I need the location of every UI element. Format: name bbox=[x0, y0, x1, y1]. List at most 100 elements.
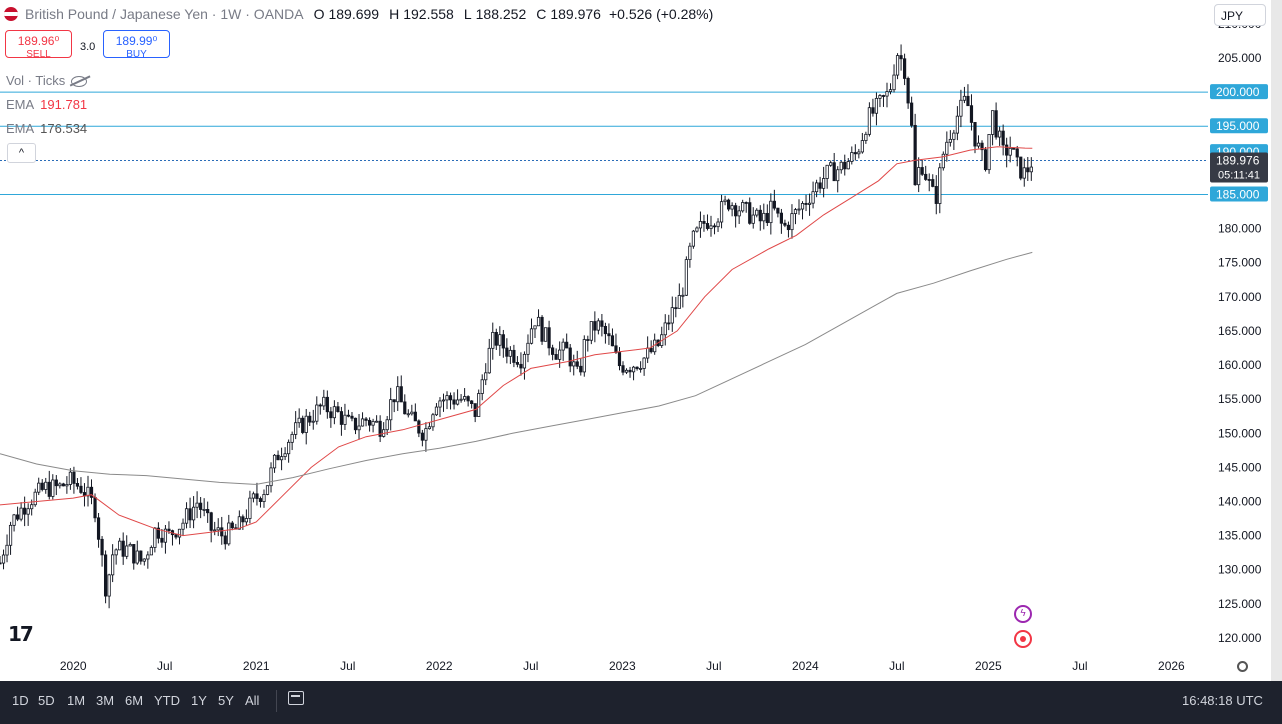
flash-icon[interactable]: ϟ bbox=[1014, 605, 1032, 623]
candle-body bbox=[765, 212, 769, 224]
candle-body bbox=[614, 345, 618, 353]
candle-body bbox=[343, 414, 347, 425]
y-tick-label: 170.000 bbox=[1218, 290, 1262, 304]
candle-body bbox=[899, 55, 903, 60]
candle-body bbox=[575, 361, 579, 367]
candle-body bbox=[322, 396, 326, 407]
candle-body bbox=[58, 483, 62, 487]
candle-body bbox=[315, 404, 319, 422]
sell-button[interactable]: 189.96⁰ SELL bbox=[5, 30, 72, 60]
candle-body bbox=[251, 493, 256, 499]
candle-body bbox=[79, 485, 83, 493]
candle-body bbox=[470, 400, 474, 404]
candle-body bbox=[336, 406, 340, 412]
timeframe-1m[interactable]: 1M bbox=[67, 693, 85, 708]
candle-body bbox=[103, 554, 108, 597]
candle-body bbox=[448, 395, 453, 401]
candle-body bbox=[804, 203, 808, 205]
candle-body bbox=[51, 479, 55, 497]
chart-header: British Pound / Japanese Yen · 1W · OAND… bbox=[4, 6, 713, 22]
ema-slow-line bbox=[0, 251, 1033, 485]
buy-price: 189.99⁰ bbox=[115, 34, 158, 48]
candle-body bbox=[452, 399, 456, 405]
utc-clock[interactable]: 16:48:18 UTC bbox=[1182, 693, 1263, 708]
gear-icon[interactable] bbox=[1237, 661, 1248, 672]
candle-body bbox=[913, 124, 917, 186]
candle-body bbox=[37, 482, 41, 493]
candle-body bbox=[698, 221, 703, 229]
candle-body bbox=[762, 212, 766, 222]
candle-body bbox=[153, 527, 157, 548]
candle-body bbox=[790, 213, 794, 231]
currency-button[interactable]: JPY bbox=[1214, 4, 1266, 26]
candle-body bbox=[86, 486, 90, 497]
candle-body bbox=[526, 342, 530, 355]
candle-body bbox=[635, 366, 639, 370]
timeframe-1d[interactable]: 1D bbox=[12, 693, 29, 708]
candle-body bbox=[206, 508, 210, 514]
price-chart[interactable]: 210.000205.000200.000195.000190.000185.0… bbox=[0, 0, 1282, 681]
hline-label: 185.000 bbox=[1216, 187, 1260, 201]
calendar-icon[interactable] bbox=[288, 691, 304, 705]
candle-body bbox=[533, 325, 537, 330]
timeframe-6m[interactable]: 6M bbox=[125, 693, 143, 708]
candle-body bbox=[895, 55, 900, 76]
candle-body bbox=[786, 224, 791, 231]
candle-body bbox=[744, 202, 748, 204]
candle-body bbox=[955, 115, 959, 134]
tradingview-logo: 17 bbox=[8, 622, 34, 646]
candle-body bbox=[385, 419, 389, 431]
candle-body bbox=[135, 550, 139, 564]
x-tick-label: Jul bbox=[340, 659, 355, 673]
candle-body bbox=[258, 498, 263, 502]
candle-body bbox=[811, 191, 815, 204]
volume-indicator-label[interactable]: Vol · Ticks bbox=[6, 73, 88, 88]
candle-body bbox=[994, 110, 998, 138]
candle-body bbox=[741, 202, 745, 212]
candle-body bbox=[860, 140, 864, 153]
ema-slow-legend[interactable]: EMA 176.534 bbox=[6, 121, 87, 136]
ema-fast-legend[interactable]: EMA 191.781 bbox=[6, 97, 87, 112]
open-label: O bbox=[313, 6, 325, 22]
candle-body bbox=[1008, 147, 1012, 156]
candle-body bbox=[93, 496, 97, 519]
candle-body bbox=[515, 362, 520, 365]
candle-body bbox=[413, 411, 417, 422]
timeframe-ytd[interactable]: YTD bbox=[154, 693, 180, 708]
symbol-title[interactable]: British Pound / Japanese Yen · 1W · OAND… bbox=[25, 6, 304, 22]
candle-body bbox=[927, 179, 931, 181]
buy-label: BUY bbox=[126, 49, 147, 60]
change-value: +0.526 (+0.28%) bbox=[608, 6, 714, 22]
target-icon[interactable] bbox=[1014, 630, 1032, 648]
candle-body bbox=[582, 339, 586, 373]
candle-body bbox=[783, 222, 787, 226]
eye-off-icon[interactable] bbox=[71, 76, 88, 88]
candle-body bbox=[121, 540, 125, 557]
candle-body bbox=[607, 333, 611, 337]
collapse-legend-button[interactable]: ^ bbox=[7, 143, 36, 163]
timeframe-all[interactable]: All bbox=[245, 693, 259, 708]
candle-body bbox=[477, 393, 481, 417]
timeframe-5y[interactable]: 5Y bbox=[218, 693, 234, 708]
candle-body bbox=[262, 494, 266, 502]
buy-button[interactable]: 189.99⁰ BUY bbox=[103, 30, 170, 60]
candle-body bbox=[998, 130, 1002, 138]
candle-body bbox=[910, 102, 914, 126]
candle-body bbox=[850, 152, 854, 162]
timeframe-1y[interactable]: 1Y bbox=[191, 693, 207, 708]
candle-body bbox=[209, 512, 213, 531]
candle-body bbox=[832, 162, 836, 182]
candle-body bbox=[290, 434, 294, 443]
x-tick-label: 2022 bbox=[426, 659, 453, 673]
timeframe-5d[interactable]: 5D bbox=[38, 693, 55, 708]
candle-body bbox=[522, 353, 527, 369]
candle-body bbox=[867, 107, 871, 135]
candle-body bbox=[934, 186, 938, 204]
x-tick-label: 2025 bbox=[975, 659, 1002, 673]
timeframe-3m[interactable]: 3M bbox=[96, 693, 114, 708]
candle-body bbox=[959, 99, 963, 117]
candle-body bbox=[822, 178, 826, 189]
candle-body bbox=[220, 527, 224, 537]
candle-body bbox=[410, 411, 414, 415]
candle-body bbox=[294, 422, 298, 435]
